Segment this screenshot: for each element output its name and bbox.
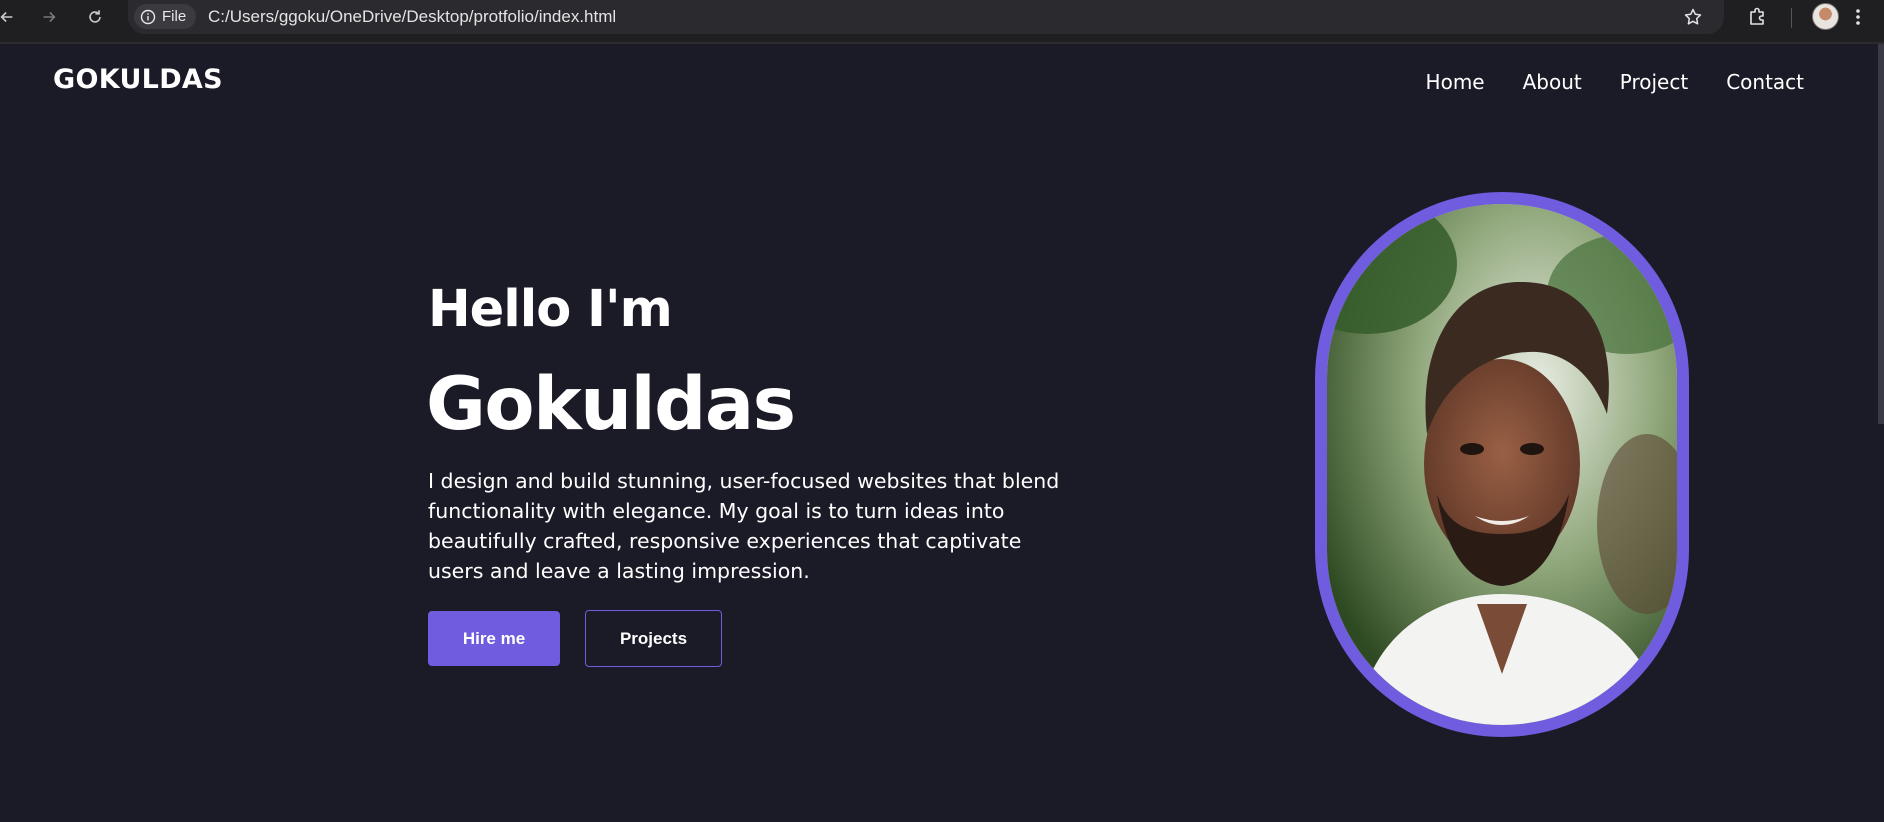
toolbar-separator — [1791, 8, 1792, 28]
profile-avatar[interactable] — [1812, 3, 1839, 30]
nav-link-home[interactable]: Home — [1426, 70, 1485, 94]
address-bar[interactable]: File C:/Users/ggoku/OneDrive/Desktop/pro… — [128, 0, 1724, 34]
portrait-frame — [1315, 192, 1689, 737]
hero-name: Gokuldas — [426, 362, 796, 447]
site-info-chip[interactable]: File — [134, 4, 197, 29]
site-chip-label: File — [162, 8, 187, 25]
url-text[interactable]: C:/Users/ggoku/OneDrive/Desktop/protfoli… — [208, 7, 616, 27]
nav-link-about[interactable]: About — [1523, 70, 1582, 94]
hero-description: I design and build stunning, user-focuse… — [428, 469, 1060, 583]
hire-me-button[interactable]: Hire me — [428, 611, 560, 666]
forward-arrow-icon[interactable] — [36, 4, 62, 30]
extensions-icon[interactable] — [1745, 4, 1771, 30]
nav-link-project[interactable]: Project — [1620, 70, 1688, 94]
site-nav: Home About Project Contact — [1426, 70, 1804, 94]
kebab-menu-icon[interactable] — [1848, 4, 1868, 30]
profile-photo — [1327, 204, 1677, 725]
page-scrollbar[interactable] — [1878, 44, 1884, 424]
star-icon[interactable] — [1680, 4, 1706, 30]
browser-toolbar: File C:/Users/ggoku/OneDrive/Desktop/pro… — [0, 0, 1884, 44]
hero-greeting: Hello I'm — [428, 280, 673, 339]
site-logo[interactable]: GOKULDAS — [53, 64, 223, 95]
info-icon — [140, 9, 156, 24]
nav-link-contact[interactable]: Contact — [1726, 70, 1804, 94]
back-arrow-icon[interactable] — [0, 4, 20, 30]
projects-button[interactable]: Projects — [585, 610, 722, 667]
reload-icon[interactable] — [82, 4, 108, 30]
